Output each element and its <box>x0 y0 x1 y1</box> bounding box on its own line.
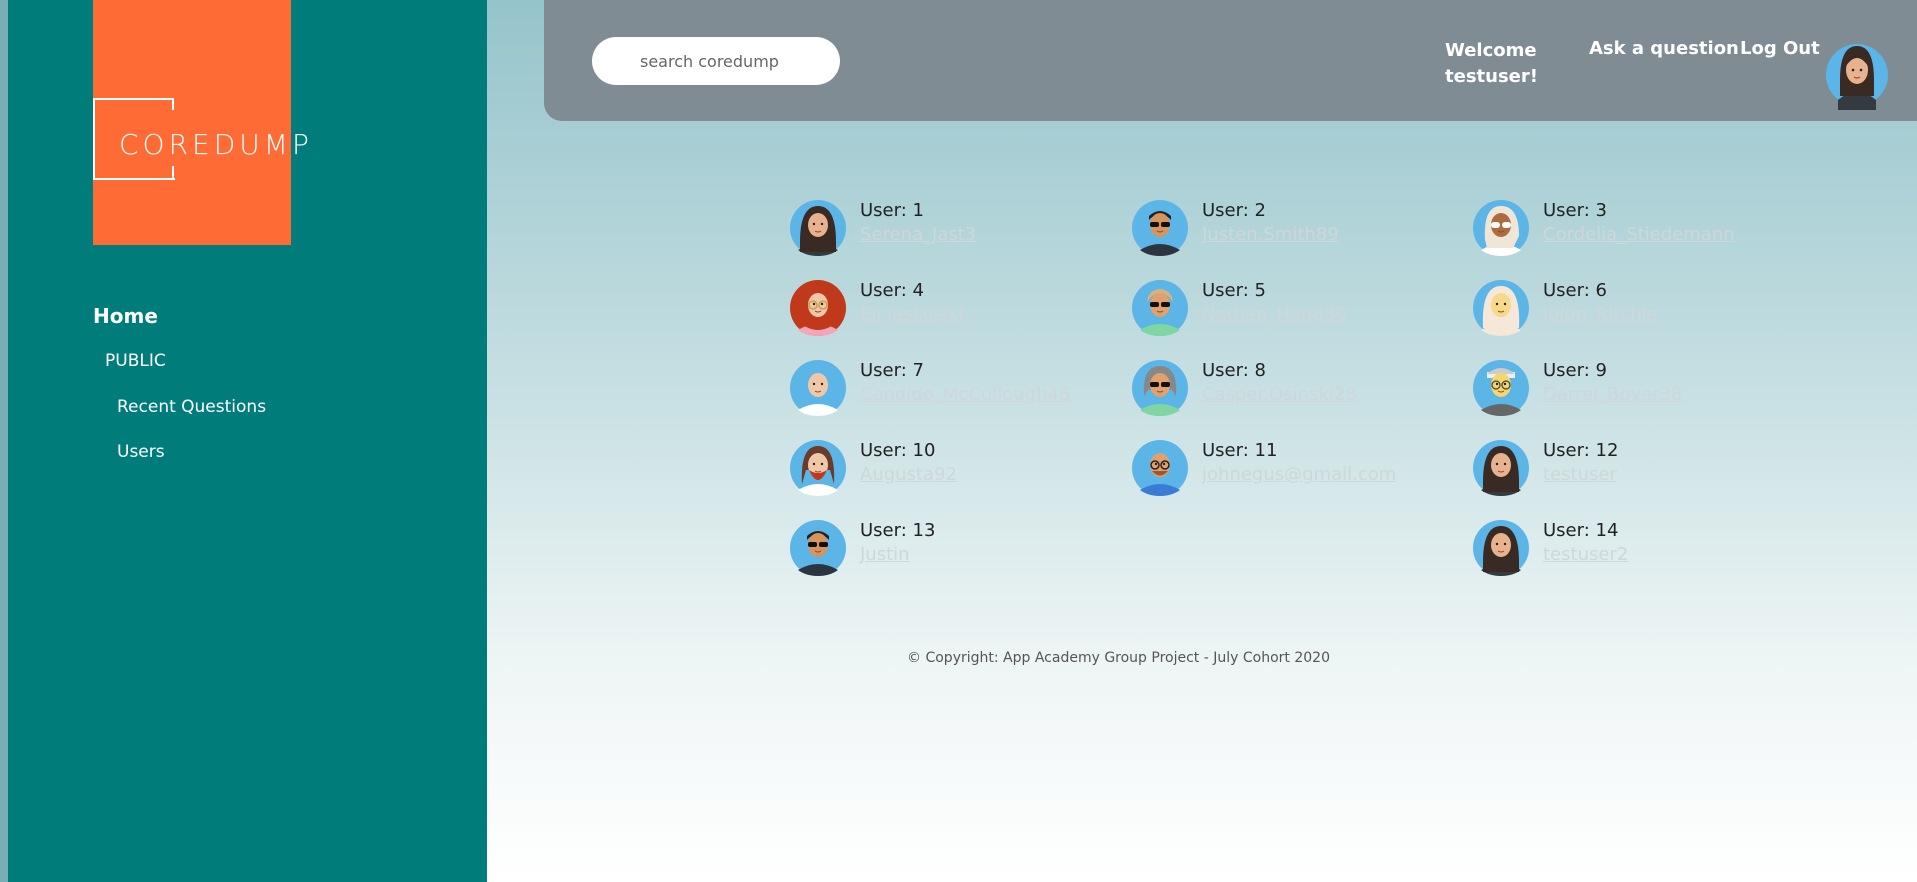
user-avatar-icon[interactable] <box>790 280 846 336</box>
user-avatar-icon[interactable] <box>1473 360 1529 416</box>
user-id-label: User: 11 <box>1202 440 1278 461</box>
user-id-label: User: 8 <box>1202 360 1266 381</box>
welcome-text: Welcome testuser! <box>1445 40 1538 87</box>
user-avatar-icon[interactable] <box>1826 40 1888 110</box>
user-card: User: 9 Darrel_Boyer38 <box>1473 360 1803 420</box>
sidebar-item-recent-questions[interactable]: Recent Questions <box>117 397 266 417</box>
logo-frame-right-top <box>172 98 174 110</box>
user-name-link[interactable]: johnegus@gmail.com <box>1202 464 1396 485</box>
logout-link[interactable]: Log Out <box>1740 38 1820 59</box>
user-card: User: 14 testuser2 <box>1473 520 1803 580</box>
user-card: User: 8 Casper.Osinski28 <box>1132 360 1462 420</box>
user-name-link[interactable]: Eli.Jaskolski <box>860 304 963 325</box>
user-card: User: 6 Jolon_Ritchie <box>1473 280 1803 340</box>
user-card: User: 1 Serena_Jast3 <box>790 200 1120 260</box>
user-id-label: User: 14 <box>1543 520 1619 541</box>
user-id-label: User: 13 <box>860 520 936 541</box>
user-avatar-icon[interactable] <box>1132 280 1188 336</box>
user-name-link[interactable]: Justen.Smith89 <box>1202 224 1339 245</box>
user-avatar-icon[interactable] <box>1473 280 1529 336</box>
user-id-label: User: 1 <box>860 200 924 221</box>
sidebar-section-public: PUBLIC <box>105 351 166 371</box>
user-avatar-icon[interactable] <box>790 520 846 576</box>
welcome-message: Welcome testuser! <box>1445 38 1541 90</box>
user-card: User: 11 johnegus@gmail.com <box>1132 440 1462 500</box>
user-name-link[interactable]: Jolon_Ritchie <box>1543 304 1658 325</box>
user-card: User: 7 Candido_McCullough46 <box>790 360 1120 420</box>
user-id-label: User: 4 <box>860 280 924 301</box>
user-name-link[interactable]: Casper.Osinski28 <box>1202 384 1357 405</box>
user-name-link[interactable]: Justin <box>860 544 910 565</box>
search-input[interactable] <box>592 37 840 85</box>
user-avatar-icon[interactable] <box>790 200 846 256</box>
user-avatar-icon[interactable] <box>1473 440 1529 496</box>
user-card: User: 5 Nathan_Hand30 <box>1132 280 1462 340</box>
user-id-label: User: 10 <box>860 440 936 461</box>
user-name-link[interactable]: Serena_Jast3 <box>860 224 976 245</box>
user-name-link[interactable]: Darrel_Boyer38 <box>1543 384 1682 405</box>
user-id-label: User: 3 <box>1543 200 1607 221</box>
logo-frame-right-bottom <box>172 166 174 180</box>
user-id-label: User: 6 <box>1543 280 1607 301</box>
user-id-label: User: 9 <box>1543 360 1607 381</box>
user-card: User: 3 Cordelia_Stiedemann <box>1473 200 1803 260</box>
user-avatar-icon[interactable] <box>1132 440 1188 496</box>
user-id-label: User: 2 <box>1202 200 1266 221</box>
user-card: User: 2 Justen.Smith89 <box>1132 200 1462 260</box>
sidebar-item-users[interactable]: Users <box>117 442 165 462</box>
user-avatar-icon[interactable] <box>790 440 846 496</box>
user-name-link[interactable]: Cordelia_Stiedemann <box>1543 224 1735 245</box>
logo-text: COREDUMP <box>119 128 313 161</box>
user-name-link[interactable]: Nathan_Hand30 <box>1202 304 1347 325</box>
user-card: User: 4 Eli.Jaskolski <box>790 280 1120 340</box>
user-avatar-icon[interactable] <box>1132 360 1188 416</box>
user-name-link[interactable]: testuser2 <box>1543 544 1628 565</box>
user-card: User: 12 testuser <box>1473 440 1803 500</box>
user-avatar-icon[interactable] <box>1132 200 1188 256</box>
user-name-link[interactable]: Augusta92 <box>860 464 957 485</box>
user-avatar-icon[interactable] <box>1473 200 1529 256</box>
user-card: User: 13 Justin <box>790 520 1120 580</box>
user-avatar-icon[interactable] <box>1473 520 1529 576</box>
sidebar-item-home[interactable]: Home <box>93 304 158 328</box>
window-edge <box>0 0 8 882</box>
user-id-label: User: 7 <box>860 360 924 381</box>
user-avatar-icon[interactable] <box>790 360 846 416</box>
user-name-link[interactable]: Candido_McCullough46 <box>860 384 1070 405</box>
user-card: User: 10 Augusta92 <box>790 440 1120 500</box>
user-id-label: User: 5 <box>1202 280 1266 301</box>
footer-copyright: © Copyright: App Academy Group Project -… <box>907 650 1330 666</box>
ask-question-link[interactable]: Ask a question <box>1589 38 1739 59</box>
user-id-label: User: 12 <box>1543 440 1619 461</box>
user-name-link[interactable]: testuser <box>1543 464 1617 485</box>
